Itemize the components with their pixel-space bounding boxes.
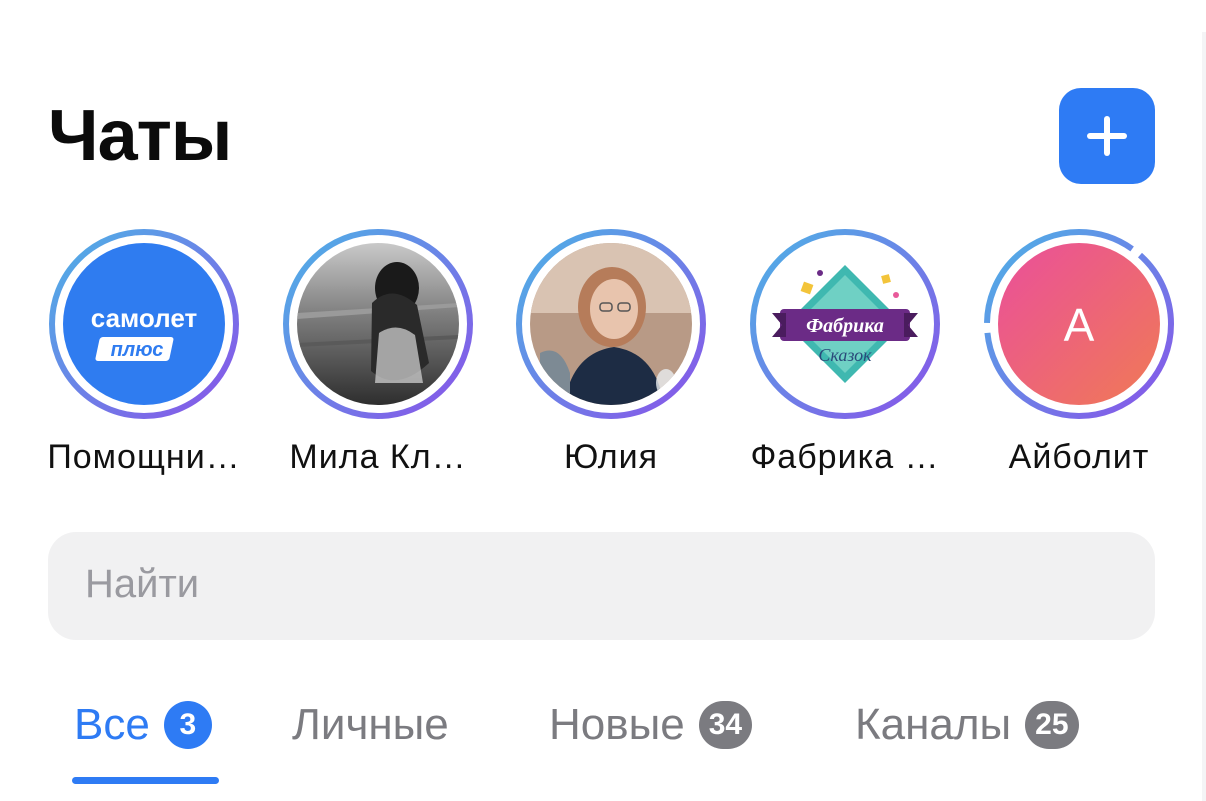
new-chat-button[interactable] [1059, 88, 1155, 184]
unread-badge: 3 [163, 701, 212, 749]
story-ring: Фабрика Сказок [749, 228, 941, 420]
tab-label: Личные [292, 700, 449, 749]
story-ring [282, 228, 474, 420]
tab-channels[interactable]: Каналы 25 [855, 690, 1079, 760]
avatar: самолет плюс [63, 243, 225, 405]
story-item-fabrika[interactable]: Фабрика Сказок Фабрика … [730, 228, 960, 477]
avatar-initial: А [1064, 299, 1095, 351]
story-ring: самолет плюс [48, 228, 240, 420]
tab-all[interactable]: Все 3 [74, 690, 212, 760]
tab-label: Новые [549, 700, 685, 749]
avatar-photo [297, 243, 459, 405]
story-item-mila[interactable]: Мила Кл… [263, 228, 493, 477]
logo-text-bottom: Сказок [818, 345, 872, 365]
page-title: Чаты [48, 96, 232, 176]
story-item-yulia[interactable]: Юлия [496, 228, 726, 477]
unread-badge: 34 [698, 701, 753, 749]
tab-new[interactable]: Новые 34 [549, 690, 753, 760]
story-label: Помощни… [47, 438, 241, 476]
avatar-logo: Фабрика Сказок [764, 243, 926, 405]
search-placeholder: Найти [85, 562, 200, 606]
tab-label: Каналы [855, 700, 1012, 749]
tab-personal[interactable]: Личные [292, 690, 449, 760]
story-label: Айболит [1008, 438, 1150, 476]
search-input[interactable]: Найти [48, 532, 1155, 640]
avatar-brand-subtext: плюс [111, 339, 164, 361]
active-tab-indicator [72, 777, 219, 784]
chat-filter-tabs: Все 3 Личные Новые 34 Каналы 25 [0, 690, 1206, 801]
story-ring: А [983, 228, 1175, 420]
avatar-letter: А [998, 243, 1160, 405]
avatar-brand-text: самолет [91, 303, 198, 333]
avatar-photo [530, 243, 692, 405]
tab-label: Все [74, 700, 150, 749]
unread-badge: 25 [1025, 701, 1079, 749]
story-label: Юлия [563, 438, 659, 476]
story-label: Мила Кл… [289, 438, 467, 476]
story-item-aybolit[interactable]: А Айболит [964, 228, 1194, 477]
story-item-assistant[interactable]: самолет плюс Помощни… [29, 228, 259, 477]
logo-text-top: Фабрика [806, 315, 884, 337]
story-ring [515, 228, 707, 420]
stories-row: самолет плюс Помощни… Мила Кл… Юлия Фабр… [0, 228, 1206, 488]
plus-icon [1087, 116, 1127, 156]
story-label: Фабрика … [750, 438, 940, 476]
